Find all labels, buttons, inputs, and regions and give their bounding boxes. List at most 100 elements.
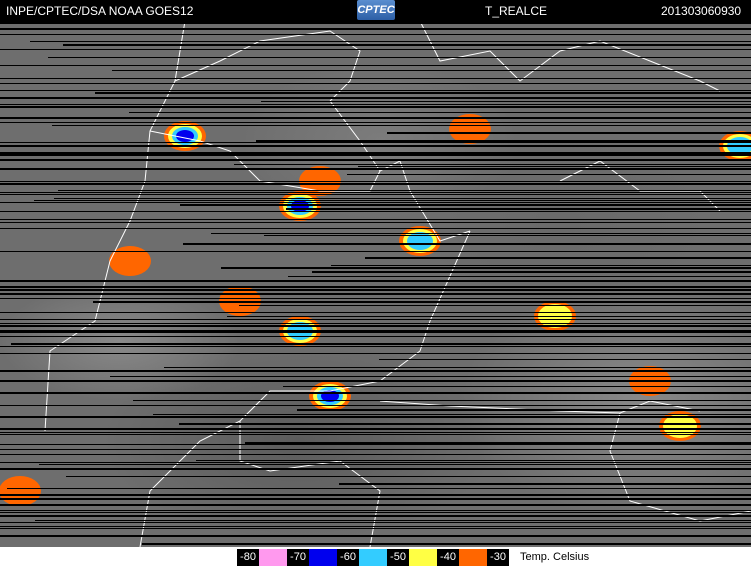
scan-line: [239, 305, 751, 306]
scan-line: [0, 194, 751, 195]
scan-line: [283, 386, 751, 387]
scan-line: [0, 392, 751, 394]
scan-line: [0, 405, 751, 406]
scan-line: [0, 468, 751, 470]
scan-line: [0, 34, 751, 35]
scan-line: [0, 526, 751, 527]
scan-line: [331, 265, 751, 266]
scan-line: [164, 367, 751, 368]
scan-line: [297, 409, 751, 411]
scan-line: [0, 228, 751, 229]
scan-line: [0, 336, 751, 337]
scan-line: [179, 423, 751, 425]
scan-line: [0, 432, 751, 433]
scan-line: [180, 204, 751, 206]
scan-line: [286, 208, 751, 210]
scan-line: [0, 219, 751, 220]
scan-line: [129, 112, 751, 113]
product-label: T_REALCE: [485, 4, 548, 18]
scan-line: [0, 289, 751, 291]
scan-line: [0, 159, 751, 161]
legend-swatch-cyan: [359, 549, 387, 566]
scan-line: [261, 101, 751, 102]
scan-line: [52, 125, 751, 126]
scan-line: [211, 233, 751, 234]
legend-label: -70: [287, 549, 309, 566]
scan-line: [0, 154, 751, 156]
scan-line: [379, 359, 751, 360]
scan-line: [0, 535, 751, 537]
legend-label: -80: [237, 549, 259, 566]
scan-line: [133, 400, 751, 401]
scan-line: [0, 462, 751, 463]
scan-line: [66, 476, 751, 477]
scan-line: [0, 298, 751, 299]
scan-line: [347, 174, 751, 175]
legend-swatch-blue: [309, 549, 337, 566]
legend-unit: Temp. Celsius: [520, 551, 590, 563]
scan-line: [0, 104, 751, 105]
scan-line: [196, 460, 751, 461]
scan-line: [0, 142, 751, 143]
scan-line: [0, 183, 751, 185]
scan-line: [0, 528, 751, 529]
scan-line: [0, 515, 751, 517]
scan-line: [7, 488, 751, 489]
scan-line: [0, 251, 751, 252]
datetime-label: 201303060930: [661, 4, 742, 18]
scan-line: [0, 97, 751, 99]
scan-line: [34, 200, 751, 201]
scan-line: [0, 23, 751, 24]
legend-swatch-pink: [259, 549, 287, 566]
scan-line: [54, 198, 751, 199]
scan-line: [0, 319, 751, 320]
scan-line: [142, 543, 751, 545]
legend-swatch-orange: [459, 549, 487, 566]
scan-line: [39, 464, 751, 465]
scan-line: [0, 416, 751, 418]
legend-label: -30: [487, 549, 509, 566]
scan-line: [0, 325, 751, 327]
scan-line: [0, 504, 751, 506]
scan-line: [0, 522, 751, 523]
scan-line: [227, 316, 751, 317]
scan-line: [0, 434, 751, 435]
scan-line: [183, 243, 751, 245]
scan-line: [0, 293, 751, 295]
scan-line: [58, 190, 751, 191]
scan-line: [0, 510, 751, 511]
scan-line: [0, 512, 751, 513]
scan-line: [264, 235, 751, 236]
scan-line: [312, 271, 751, 273]
scan-line: [0, 28, 751, 30]
scan-line: [0, 428, 751, 430]
scan-line: [0, 353, 751, 354]
scan-line: [48, 57, 751, 58]
source-label: INPE/CPTEC/DSA NOAA GOES12: [6, 4, 194, 18]
scan-line: [153, 414, 751, 415]
scan-line: [0, 370, 751, 372]
scan-line: [63, 44, 751, 46]
legend-label: -50: [387, 549, 409, 566]
scan-line: [0, 122, 751, 123]
scan-line: [0, 380, 751, 382]
scan-line: [221, 267, 751, 269]
scan-line: [0, 78, 751, 79]
scan-line: [0, 449, 751, 450]
scan-line: [0, 168, 751, 170]
scan-line: [112, 70, 751, 71]
scan-line: [0, 444, 751, 445]
scan-line: [0, 222, 751, 223]
scan-line: [234, 164, 751, 165]
header-bar: INPE/CPTEC/DSA NOAA GOES12 CPTEC T_REALC…: [0, 0, 751, 21]
temperature-legend: -80 -70 -60 -50 -40 -30 Temp. Celsius: [0, 547, 751, 568]
scan-line: [358, 166, 751, 167]
scan-line: [11, 343, 751, 345]
scan-line: [0, 49, 751, 50]
scan-line: [0, 286, 751, 288]
scan-line: [0, 498, 751, 500]
scan-line: [35, 520, 751, 521]
scan-line: [0, 145, 751, 147]
scan-line: [0, 346, 751, 347]
scan-line: [0, 83, 751, 84]
